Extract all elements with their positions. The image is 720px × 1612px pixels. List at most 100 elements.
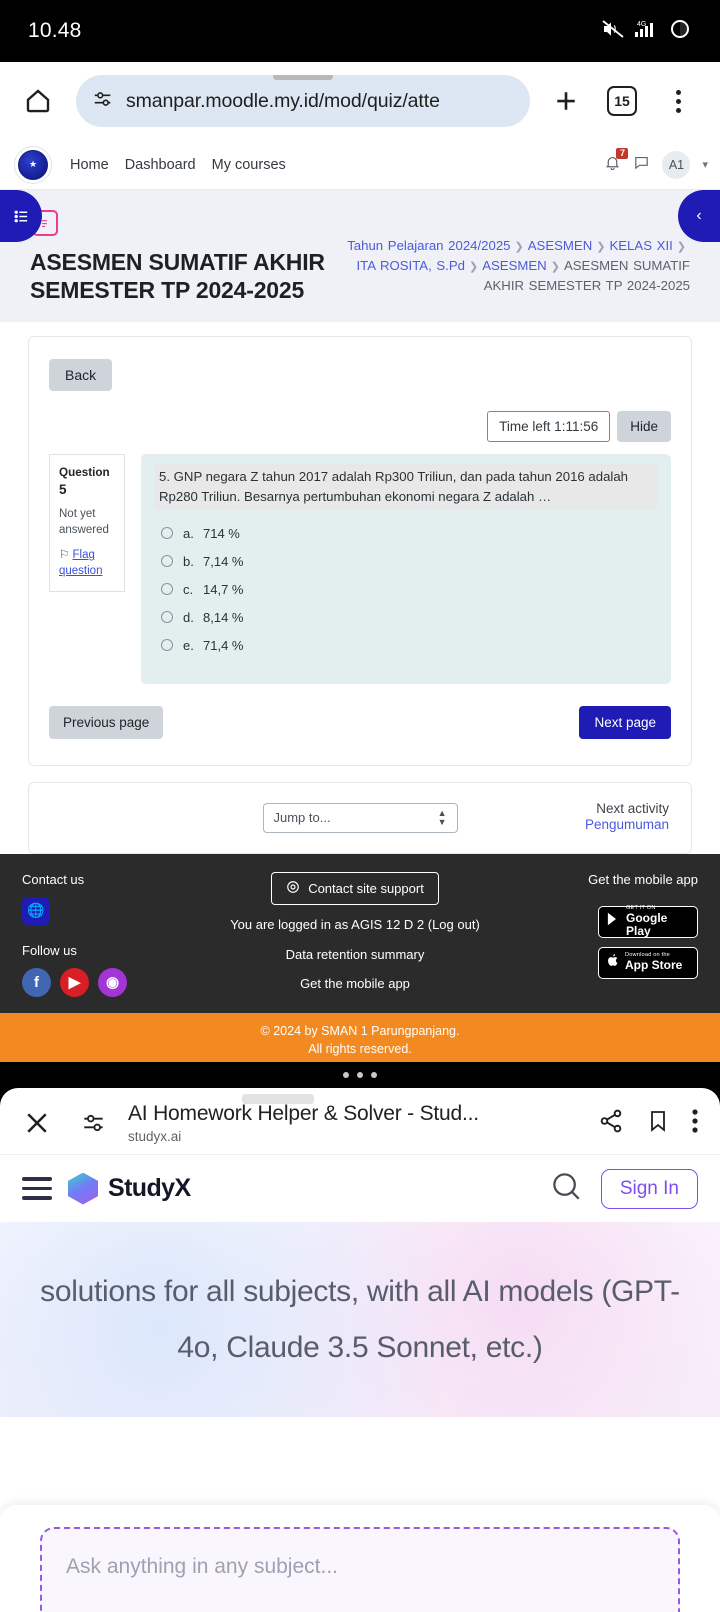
question-info-panel: Question 5 Not yet answered ⚐ Flag quest… bbox=[49, 454, 125, 593]
youtube-icon[interactable]: ▶ bbox=[60, 967, 89, 997]
studyx-logo-icon bbox=[68, 1172, 98, 1205]
tab-switcher-button[interactable]: 15 bbox=[594, 86, 650, 116]
avatar[interactable]: A1 bbox=[662, 150, 691, 179]
breadcrumb-item-0[interactable]: Tahun Pelajaran 2024/2025 bbox=[347, 238, 510, 253]
share-icon[interactable] bbox=[598, 1108, 624, 1139]
nav-link-my-courses[interactable]: My courses bbox=[212, 157, 286, 173]
breadcrumb-separator: ❯ bbox=[469, 260, 479, 273]
chevron-down-icon[interactable]: ▾ bbox=[702, 158, 708, 171]
status-bar: 10.48 4G bbox=[0, 0, 720, 62]
sign-in-button[interactable]: Sign In bbox=[600, 1168, 698, 1209]
nav-link-home[interactable]: Home bbox=[70, 157, 109, 173]
question-row: Question 5 Not yet answered ⚐ Flag quest… bbox=[49, 454, 671, 684]
timer-row: Time left 1:11:56 Hide bbox=[49, 411, 671, 443]
google-play-badge[interactable]: GET IT ON Google Play bbox=[598, 905, 698, 938]
next-activity: Next activity Pengumuman bbox=[585, 801, 669, 834]
address-bar[interactable]: smanpar.moodle.my.id/mod/quiz/atte bbox=[76, 75, 530, 127]
search-icon[interactable] bbox=[549, 1169, 583, 1208]
answer-letter-e: e. bbox=[183, 637, 194, 653]
answer-option-d[interactable]: d. 8,14 % bbox=[155, 610, 657, 625]
hamburger-menu-icon[interactable] bbox=[22, 1177, 52, 1200]
next-activity-link[interactable]: Pengumuman bbox=[585, 817, 669, 832]
ask-input[interactable]: Ask anything in any subject... bbox=[40, 1527, 680, 1612]
home-button[interactable] bbox=[14, 86, 62, 116]
social-icons: f ▶ ◉ bbox=[22, 967, 172, 997]
breadcrumb-separator: ❯ bbox=[596, 241, 606, 253]
breadcrumb-separator: ❯ bbox=[676, 241, 686, 253]
next-page-button[interactable]: Next page bbox=[579, 705, 671, 739]
answer-option-c[interactable]: c. 14,7 % bbox=[155, 582, 657, 597]
flag-question[interactable]: ⚐ Flag question bbox=[59, 548, 115, 579]
radio-d[interactable] bbox=[161, 611, 173, 624]
studyx-ask-card: Ask anything in any subject... bbox=[0, 1505, 720, 1612]
mobile-app-link[interactable]: Get the mobile app bbox=[182, 975, 528, 994]
svg-text:4G: 4G bbox=[637, 21, 646, 28]
kebab-menu-icon[interactable] bbox=[692, 1108, 698, 1139]
hero-inner: ASESMEN SUMATIF AKHIR SEMESTER TP 2024-2… bbox=[0, 204, 720, 304]
radio-a[interactable] bbox=[161, 527, 173, 540]
breadcrumb-item-1[interactable]: ASESMEN bbox=[528, 238, 593, 253]
footer-apps-column: Get the mobile app GET IT ON Google Play bbox=[538, 872, 698, 997]
answer-option-a[interactable]: a. 714 % bbox=[155, 526, 657, 541]
back-button[interactable]: Back bbox=[49, 359, 113, 392]
message-icon[interactable] bbox=[633, 154, 650, 176]
app-store-big: App Store bbox=[625, 958, 683, 973]
close-icon[interactable] bbox=[22, 1108, 66, 1138]
select-arrows-icon: ▲ ▼ bbox=[437, 807, 447, 827]
page-info-icon[interactable] bbox=[66, 1110, 122, 1136]
cct-actions bbox=[584, 1108, 698, 1139]
answer-options: a. 714 % b. 7,14 % c. 14,7 % d. 8,14 % e… bbox=[155, 526, 657, 653]
answer-option-e[interactable]: e. 71,4 % bbox=[155, 638, 657, 653]
nav-link-dashboard[interactable]: Dashboard bbox=[125, 157, 196, 173]
app-store-badge[interactable]: Download on the App Store bbox=[598, 946, 698, 979]
studyx-brand[interactable]: StudyX bbox=[68, 1172, 191, 1205]
question-text: 5. GNP negara Z tahun 2017 adalah Rp300 … bbox=[155, 464, 657, 510]
page-title: ASESMEN SUMATIF AKHIR SEMESTER TP 2024-2… bbox=[30, 249, 325, 304]
answer-value-a: 714 % bbox=[203, 525, 240, 541]
notification-badge: 7 bbox=[616, 147, 629, 159]
contact-site-support-button[interactable]: Contact site support bbox=[271, 871, 439, 905]
battery-icon bbox=[670, 19, 690, 44]
new-tab-button[interactable] bbox=[538, 86, 594, 116]
notifications-button[interactable]: 7 bbox=[604, 147, 629, 176]
signal-4g-icon: 4G bbox=[633, 19, 661, 44]
contact-icons: 🌐 bbox=[22, 896, 172, 925]
activity-navigation: Jump to... ▲ ▼ Next activity Pengumuman bbox=[28, 781, 692, 854]
jump-to-select[interactable]: Jump to... ▲ ▼ bbox=[262, 802, 458, 833]
contact-us-heading: Contact us bbox=[22, 871, 85, 887]
copyright-line-2: All rights reserved. bbox=[308, 1042, 412, 1057]
mute-icon bbox=[602, 19, 624, 43]
bookmark-icon[interactable] bbox=[646, 1108, 670, 1139]
answer-value-d: 8,14 % bbox=[203, 609, 244, 625]
radio-b[interactable] bbox=[161, 555, 173, 568]
question-body: 5. GNP negara Z tahun 2017 adalah Rp300 … bbox=[141, 454, 671, 684]
globe-icon[interactable]: 🌐 bbox=[22, 896, 50, 925]
studyx-hero-text: solutions for all subjects, with all AI … bbox=[40, 1275, 680, 1364]
answer-option-b[interactable]: b. 7,14 % bbox=[155, 554, 657, 569]
hide-timer-button[interactable]: Hide bbox=[617, 411, 671, 443]
site-logo[interactable]: ★ bbox=[14, 145, 52, 184]
breadcrumb-item-4[interactable]: ASESMEN bbox=[482, 258, 547, 273]
cct-page-url: studyx.ai bbox=[128, 1129, 182, 1144]
answer-letter-d: d. bbox=[183, 609, 194, 625]
page-info-icon[interactable] bbox=[92, 88, 114, 115]
instagram-icon[interactable]: ◉ bbox=[98, 967, 127, 997]
data-retention-link[interactable]: Data retention summary bbox=[182, 946, 528, 965]
breadcrumb-separator: ❯ bbox=[550, 260, 560, 273]
quiz-timer: Time left 1:11:56 bbox=[487, 411, 611, 443]
question-number: Question 5 bbox=[59, 465, 115, 499]
breadcrumb-item-2[interactable]: KELAS XII bbox=[609, 238, 672, 253]
breadcrumb-item-3[interactable]: ITA ROSITA, S.Pd bbox=[356, 258, 465, 273]
studyx-header-right: Sign In bbox=[549, 1168, 698, 1209]
contact-site-support-label: Contact site support bbox=[308, 880, 424, 896]
facebook-icon[interactable]: f bbox=[22, 967, 51, 997]
previous-page-button[interactable]: Previous page bbox=[49, 705, 164, 739]
browser-menu-button[interactable] bbox=[650, 89, 706, 113]
answer-value-c: 14,7 % bbox=[203, 581, 244, 597]
phone-screen: 10.48 4G smanpar.moodle.my.id/mod/quiz/a… bbox=[0, 0, 720, 1612]
radio-e[interactable] bbox=[161, 639, 173, 652]
sheet-drag-dots[interactable] bbox=[0, 1062, 720, 1088]
cct-toolbar: AI Homework Helper & Solver - Stud... st… bbox=[0, 1088, 720, 1154]
radio-c[interactable] bbox=[161, 583, 173, 596]
logged-in-as[interactable]: You are logged in as AGIS 12 D 2 (Log ou… bbox=[182, 916, 528, 935]
